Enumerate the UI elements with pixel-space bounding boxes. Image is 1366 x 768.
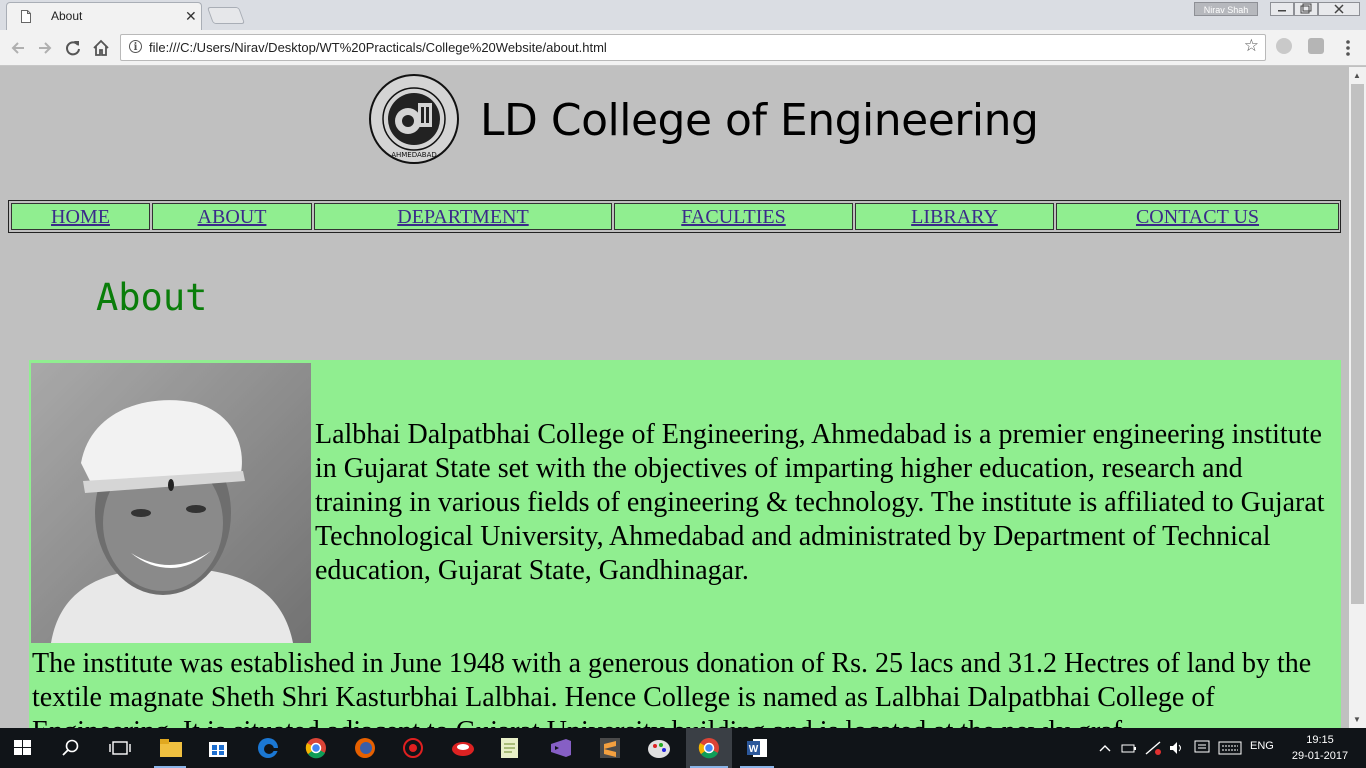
nav-link-contact-us[interactable]: CONTACT US (1136, 206, 1259, 228)
home-icon[interactable] (91, 38, 111, 58)
notification-icon[interactable] (1194, 740, 1210, 756)
nav-item-about[interactable]: ABOUT (152, 203, 312, 230)
college-logo: AHMEDABAD (369, 74, 459, 164)
new-tab-button[interactable] (206, 7, 246, 24)
restore-button[interactable] (1294, 2, 1318, 16)
about-paragraph-1: Lalbhai Dalpatbhai College of Engineerin… (315, 419, 1325, 586)
browser-toolbar: i file:///C:/Users/Nirav/Desktop/WT%20Pr… (0, 30, 1366, 66)
start-icon[interactable] (14, 740, 32, 756)
clock-date: 29-01-2017 (1291, 750, 1349, 762)
nav-link-library[interactable]: LIBRARY (911, 206, 998, 228)
close-tab-icon[interactable]: ✕ (185, 8, 197, 25)
forward-icon[interactable] (35, 38, 55, 58)
network-icon[interactable] (1144, 740, 1164, 756)
page-heading: About (96, 276, 208, 319)
power-icon[interactable] (1120, 740, 1138, 756)
nav-item-home[interactable]: HOME (11, 203, 150, 230)
sublime-icon[interactable] (599, 737, 621, 759)
nav-link-faculties[interactable]: FACULTIES (681, 206, 785, 228)
volume-icon[interactable] (1168, 740, 1186, 756)
nav-link-home[interactable]: HOME (51, 206, 110, 228)
minimize-button[interactable] (1270, 2, 1294, 16)
scroll-up-icon[interactable]: ▲ (1353, 71, 1361, 80)
taskbar: W ENG 19:15 29-01-2017 (0, 728, 1366, 768)
file-explorer-icon (160, 739, 182, 757)
chrome-active-icon (698, 738, 719, 759)
profile-button[interactable]: Nirav Shah (1194, 2, 1258, 16)
restore-icon (1300, 3, 1312, 14)
keyboard-icon[interactable] (1218, 741, 1242, 755)
title-bar: About ✕ Nirav Shah (0, 0, 1366, 30)
edge-icon[interactable] (257, 737, 279, 759)
nav-item-library[interactable]: LIBRARY (855, 203, 1054, 230)
nav-item-faculties[interactable]: FACULTIES (614, 203, 853, 230)
menu-icon[interactable] (1340, 38, 1356, 58)
main-nav: HOME ABOUT DEPARTMENT FACULTIES LIBRARY … (8, 200, 1341, 233)
info-icon[interactable]: i (129, 40, 142, 53)
search-icon[interactable] (62, 739, 80, 757)
reload-icon[interactable] (63, 38, 83, 58)
paint-icon[interactable] (647, 737, 671, 759)
star-icon[interactable]: ☆ (1244, 36, 1259, 56)
site-title: LD College of Engineering (480, 95, 1039, 146)
chrome-active-button[interactable] (686, 728, 732, 768)
founder-photo (31, 363, 311, 643)
address-bar[interactable]: i file:///C:/Users/Nirav/Desktop/WT%20Pr… (120, 34, 1266, 61)
app-icon-2[interactable] (451, 738, 475, 758)
chrome-icon[interactable] (305, 737, 327, 759)
address-url[interactable]: file:///C:/Users/Nirav/Desktop/WT%20Prac… (149, 40, 607, 55)
svg-text:W: W (749, 744, 759, 755)
chevron-up-icon[interactable] (1098, 742, 1112, 754)
store-icon[interactable] (207, 738, 229, 758)
app-icon[interactable] (402, 737, 424, 759)
page-icon (21, 10, 31, 23)
word-icon: W (747, 739, 767, 757)
language-indicator[interactable]: ENG (1250, 740, 1274, 752)
about-content: Lalbhai Dalpatbhai College of Engineerin… (29, 360, 1341, 728)
clock[interactable]: 19:15 29-01-2017 (1290, 732, 1350, 764)
task-view-icon[interactable] (109, 740, 131, 756)
extension-icon[interactable] (1308, 38, 1324, 54)
close-icon (1334, 4, 1344, 14)
visual-studio-icon[interactable] (549, 737, 573, 759)
firefox-icon[interactable] (354, 737, 376, 759)
svg-text:AHMEDABAD: AHMEDABAD (391, 151, 437, 159)
nav-item-department[interactable]: DEPARTMENT (314, 203, 612, 230)
nav-item-contact-us[interactable]: CONTACT US (1056, 203, 1339, 230)
minimize-icon (1278, 10, 1286, 12)
back-icon[interactable] (8, 38, 28, 58)
nav-link-about[interactable]: ABOUT (198, 206, 267, 228)
tab-about[interactable]: About ✕ (6, 2, 202, 30)
clock-time: 19:15 (1306, 734, 1334, 746)
page-viewport[interactable]: AHMEDABAD LD College of Engineering HOME… (0, 67, 1349, 728)
scroll-down-icon[interactable]: ▼ (1353, 715, 1361, 724)
tab-title: About (51, 9, 83, 23)
nav-link-department[interactable]: DEPARTMENT (397, 206, 528, 228)
notepad-icon[interactable] (500, 737, 520, 759)
skype-icon[interactable] (1276, 38, 1292, 54)
about-paragraph-2: The institute was established in June 19… (32, 648, 1312, 728)
page-scrollbar[interactable]: ▲ ▼ (1349, 67, 1366, 728)
scrollbar-thumb[interactable] (1351, 84, 1364, 604)
word-button[interactable]: W (736, 728, 778, 768)
file-explorer-button[interactable] (150, 728, 190, 768)
close-window-button[interactable] (1318, 2, 1360, 16)
